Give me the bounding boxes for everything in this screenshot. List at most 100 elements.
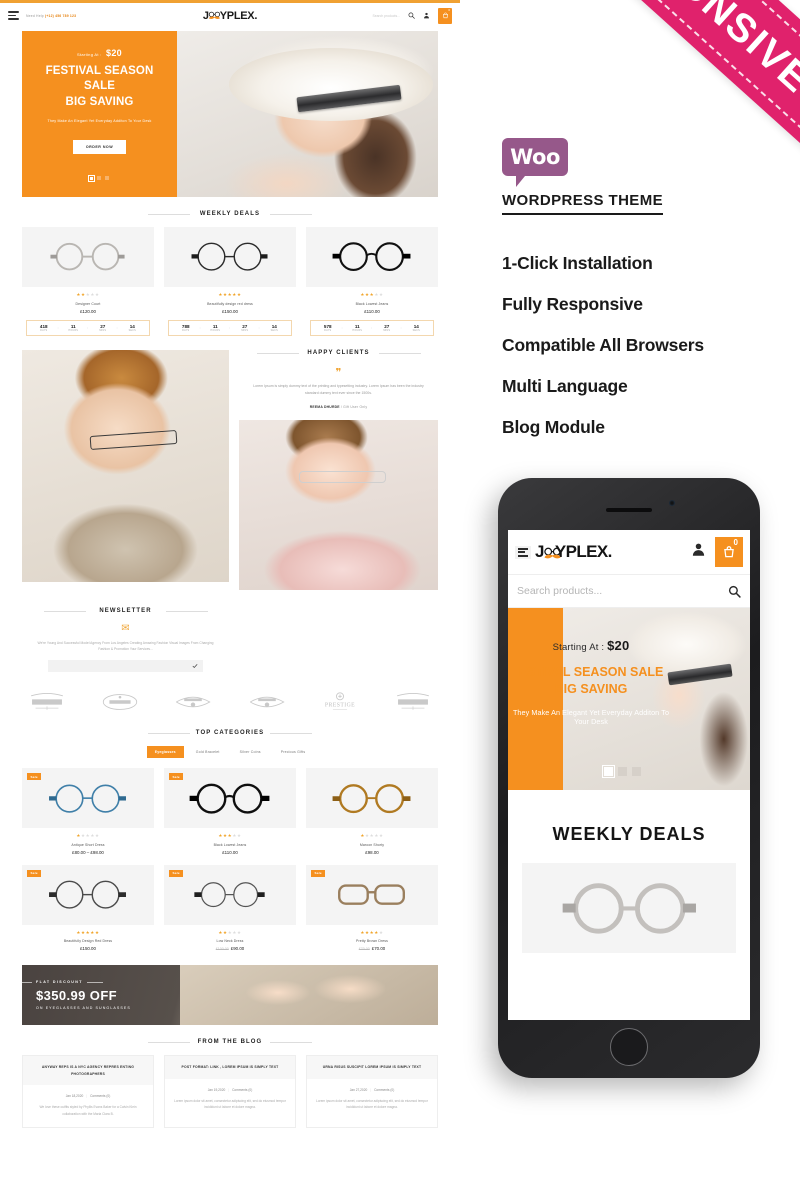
- woo-logo-text: Woo: [510, 145, 560, 169]
- product-card[interactable]: ★★★★★ Designer Court £120.00 418 DAYS 11…: [22, 227, 154, 336]
- mobile-slider-dot-3[interactable]: [632, 767, 641, 776]
- mobile-search-input[interactable]: Search products...: [517, 585, 602, 597]
- site-logo[interactable]: J YPLEX.: [203, 10, 257, 22]
- product-thumbnail[interactable]: Sale: [164, 768, 296, 829]
- timer-days-label: DAYS: [40, 328, 48, 332]
- blog-post-date: Jan 19,2020: [207, 1087, 226, 1092]
- rating-stars: ★★★★★: [360, 292, 384, 297]
- mobile-slider-dots[interactable]: [601, 764, 641, 779]
- mobile-header: J YPLEX. 0: [508, 530, 750, 574]
- blog-post-excerpt: We love these outfits styled by Phyllis …: [39, 1105, 137, 1116]
- brand-logo-letterpress-2: [244, 688, 290, 716]
- brand-logo-prestige: PRESTIGE: [317, 688, 363, 716]
- mobile-menu-icon[interactable]: [515, 545, 531, 559]
- product-thumbnail[interactable]: [164, 227, 296, 287]
- site-header: Need Help (+12) 456 789 123 J YPLEX. Sea…: [0, 3, 460, 28]
- timer-secs-label: SECS: [128, 328, 136, 332]
- sale-badge: Sale: [169, 773, 184, 781]
- blog-post-card[interactable]: URNA RISUS SUSCIPIT LOREM IPSUM IS SIMPL…: [306, 1055, 438, 1129]
- mobile-slider-dot-1[interactable]: [601, 764, 616, 779]
- mobile-search-bar[interactable]: Search products...: [508, 574, 750, 608]
- hero-copy-panel: Starting At : $20 FESTIVAL SEASON SALE B…: [22, 31, 177, 197]
- newsletter-email-input[interactable]: [48, 660, 203, 673]
- top-categories-grid-row-1: Sale ★★★★★ Antique Short Dress £80.00 – …: [0, 768, 460, 855]
- timer-days-label: DAYS: [324, 328, 332, 332]
- search-icon[interactable]: [408, 12, 415, 19]
- phone-home-button[interactable]: [610, 1028, 648, 1066]
- timer-days: 578 DAYS: [313, 324, 343, 332]
- product-card[interactable]: Sale ★★★★★ Pretty Brown Dress £70.00 £70.…: [306, 864, 438, 951]
- product-thumbnail[interactable]: [22, 227, 154, 287]
- product-old-price: £100.00: [215, 947, 229, 952]
- countdown-timer: 418 DAYS 11 HOURS 27 MINS 14 SECS: [26, 319, 150, 336]
- product-card[interactable]: Sale ★★★★★ Antique Short Dress £80.00 – …: [22, 768, 154, 855]
- slider-dot-1[interactable]: [88, 174, 95, 182]
- product-card[interactable]: Sale ★★★★★ Beautifully Design Red Dress …: [22, 864, 154, 951]
- mobile-search-icon[interactable]: [728, 585, 741, 598]
- blog-post-comments[interactable]: Comments (0): [374, 1088, 394, 1092]
- blog-post-card[interactable]: ANYWAY REPS IS A NYC AGENCY REPRES ENTIN…: [22, 1055, 154, 1129]
- blog-post-title[interactable]: URNA RISUS SUSCIPIT LOREM IPSUM IS SIMPL…: [307, 1056, 437, 1079]
- hero-slider-dots[interactable]: [88, 174, 109, 182]
- timer-mins: 27 MINS: [87, 324, 118, 332]
- sale-badge: Sale: [27, 773, 42, 781]
- product-card[interactable]: Sale ★★★★★ Low Neck Dress £100.00 £90.00: [164, 864, 296, 951]
- blog-post-meta: Jan 18,2020 | Comments (0): [65, 1094, 111, 1099]
- tab-gold-bracelet[interactable]: Gold Bracelet: [188, 746, 228, 758]
- search-input[interactable]: Search products...: [372, 14, 400, 18]
- product-thumbnail[interactable]: Sale: [22, 768, 154, 829]
- tab-eyeglasses[interactable]: Eyeglasses: [146, 746, 184, 759]
- timer-mins-label: MINS: [383, 328, 391, 332]
- blog-post-comments[interactable]: Comments (0): [90, 1094, 110, 1098]
- product-card[interactable]: ★★★★★ Beautifully design red dress £150.…: [164, 227, 296, 336]
- product-card[interactable]: Sale ★★★★★ Black Lowest Jeans £110.00: [164, 768, 296, 855]
- mobile-slider-dot-2[interactable]: [618, 767, 627, 776]
- order-now-button[interactable]: ORDER NOW: [72, 140, 127, 155]
- product-price: £100.00 £90.00: [164, 946, 296, 951]
- blog-post-card[interactable]: POST FORMAT: LINK , LOREM IPSUM IS SIMPL…: [164, 1055, 296, 1129]
- logo-part-2: YPLEX.: [219, 9, 258, 22]
- product-thumbnail[interactable]: [306, 227, 438, 287]
- header-phone: (+12) 456 789 123: [44, 13, 77, 18]
- hero-title-line-1: FESTIVAL SEASON SALE: [45, 64, 154, 93]
- product-card[interactable]: ★★★★★ Maroon Shorty £98.00: [306, 768, 438, 855]
- discount-amount: $350.99 OFF: [36, 988, 117, 1004]
- product-price: £110.00: [222, 849, 238, 855]
- product-thumbnail[interactable]: Sale: [164, 864, 296, 925]
- product-thumbnail[interactable]: Sale: [306, 864, 438, 925]
- menu-icon[interactable]: [8, 11, 19, 20]
- mobile-user-account-icon[interactable]: [691, 542, 706, 562]
- product-card[interactable]: ★★★★★ Black Lowest Jeans £110.00 578 DAY…: [306, 227, 438, 336]
- mobile-cart-button[interactable]: 0: [715, 537, 743, 567]
- happy-clients-title: HAPPY CLIENTS: [239, 350, 438, 356]
- product-thumbnail[interactable]: Sale: [22, 864, 154, 925]
- tab-silver-coins[interactable]: Silver Coins: [232, 746, 269, 758]
- hero-image: [177, 31, 438, 197]
- blog-post-title[interactable]: ANYWAY REPS IS A NYC AGENCY REPRES ENTIN…: [23, 1056, 153, 1086]
- eyeglasses-icon: [49, 784, 127, 813]
- discount-subtitle: ON EYEGLASSES AND SUNGLASSES: [36, 1006, 131, 1011]
- mobile-hero-slider: Starting At : $20 ESTIVAL SEASON SALE BI…: [508, 608, 750, 790]
- eyeglasses-icon: [49, 880, 127, 909]
- blog-post-comments[interactable]: Comments (0): [232, 1088, 252, 1092]
- blog-post-title[interactable]: POST FORMAT: LINK , LOREM IPSUM IS SIMPL…: [165, 1056, 295, 1079]
- testimonial-author-role: Gift User Only: [343, 405, 368, 410]
- cart-button[interactable]: 0: [438, 7, 452, 24]
- tab-precious-gifts[interactable]: Precious Gifts: [273, 746, 314, 758]
- mobile-site-logo[interactable]: J YPLEX.: [535, 542, 612, 562]
- mobile-hero-subtitle: They Make An Elegant Yet Everyday Addito…: [512, 707, 670, 726]
- eyeglasses-icon: [333, 783, 411, 813]
- feature-item-compatible-all-browsers: Compatible All Browsers: [502, 335, 704, 355]
- mobile-product-thumbnail[interactable]: [522, 863, 736, 953]
- discount-banner[interactable]: FLAT DISCOUNT $350.99 OFF ON EYEGLASSES …: [22, 965, 438, 1026]
- brand-logo-business-2: [390, 688, 436, 716]
- mobile-hero-starting-price: Starting At : $20: [508, 638, 676, 653]
- submit-check-icon[interactable]: [192, 663, 198, 669]
- svg-text:PRESTIGE: PRESTIGE: [325, 703, 355, 709]
- slider-dot-3[interactable]: [105, 176, 109, 181]
- product-thumbnail[interactable]: [306, 768, 438, 829]
- slider-dot-2[interactable]: [97, 176, 101, 181]
- user-account-icon[interactable]: [423, 12, 430, 19]
- quote-icon: ❞: [335, 366, 342, 379]
- cart-count-badge: 0: [448, 7, 450, 12]
